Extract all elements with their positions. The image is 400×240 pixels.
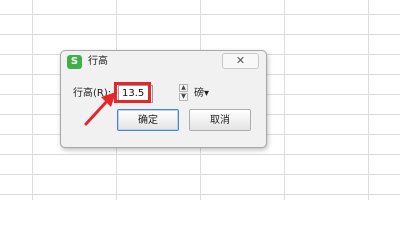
red-arrow-icon bbox=[84, 92, 116, 126]
